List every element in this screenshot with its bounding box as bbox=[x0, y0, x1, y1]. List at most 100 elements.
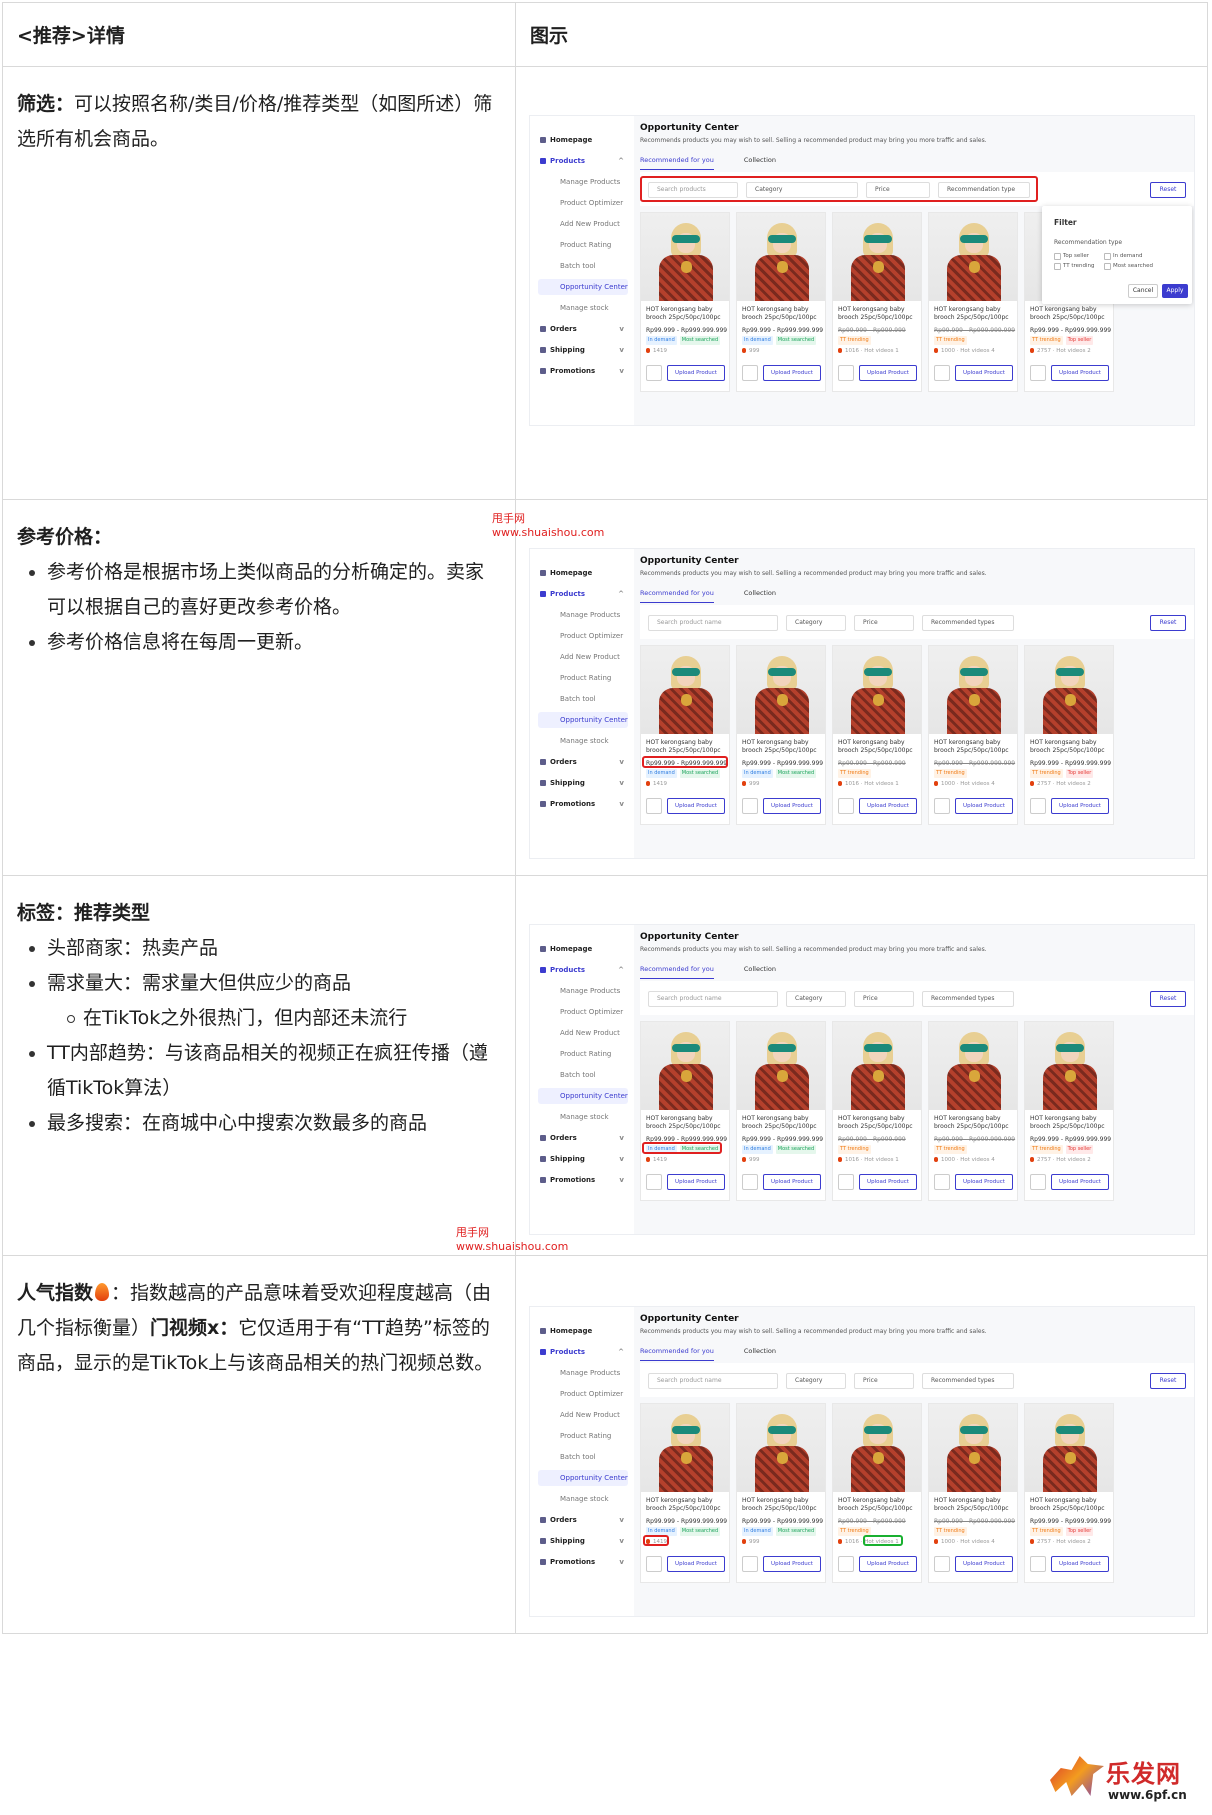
recommendation-type-select[interactable]: Recommended types bbox=[922, 991, 1014, 1007]
nav-sub-item[interactable]: Opportunity Center bbox=[538, 279, 628, 295]
nav-shipping[interactable]: Shipping v bbox=[538, 342, 628, 358]
nav-homepage[interactable]: Homepage bbox=[538, 132, 628, 148]
category-select[interactable]: Category bbox=[786, 615, 846, 631]
bookmark-button[interactable] bbox=[934, 1556, 950, 1572]
bookmark-button[interactable] bbox=[646, 1556, 662, 1572]
nav-sub-item[interactable]: Add New Product bbox=[538, 649, 628, 665]
nav-sub-item[interactable]: Product Rating bbox=[538, 237, 628, 253]
nav-homepage[interactable]: Homepage bbox=[538, 941, 628, 957]
recommendation-type-select[interactable]: Recommended types bbox=[922, 1373, 1014, 1389]
bookmark-button[interactable] bbox=[838, 365, 854, 381]
nav-sub-item[interactable]: Manage Products bbox=[538, 607, 628, 623]
tab-collection[interactable]: Collection bbox=[744, 589, 776, 602]
nav-sub-item[interactable]: Opportunity Center bbox=[538, 1470, 628, 1486]
upload-product-button[interactable]: Upload Product bbox=[859, 1174, 917, 1190]
tab-collection[interactable]: Collection bbox=[744, 965, 776, 978]
nav-sub-item[interactable]: Product Rating bbox=[538, 1046, 628, 1062]
nav-products[interactable]: Products ^ bbox=[538, 153, 628, 169]
nav-sub-item[interactable]: Product Optimizer bbox=[538, 628, 628, 644]
bookmark-button[interactable] bbox=[838, 798, 854, 814]
nav-products[interactable]: Products ^ bbox=[538, 962, 628, 978]
reset-button[interactable]: Reset bbox=[1150, 1373, 1186, 1389]
reset-button[interactable]: Reset bbox=[1150, 991, 1186, 1007]
upload-product-button[interactable]: Upload Product bbox=[955, 365, 1013, 381]
upload-product-button[interactable]: Upload Product bbox=[1051, 1556, 1109, 1572]
nav-orders[interactable]: Orders v bbox=[538, 1130, 628, 1146]
nav-homepage[interactable]: Homepage bbox=[538, 1323, 628, 1339]
tab-recommended[interactable]: Recommended for you bbox=[640, 965, 714, 979]
nav-sub-item[interactable]: Batch tool bbox=[538, 1067, 628, 1083]
bookmark-button[interactable] bbox=[934, 798, 950, 814]
bookmark-button[interactable] bbox=[1030, 365, 1046, 381]
upload-product-button[interactable]: Upload Product bbox=[667, 1174, 725, 1190]
price-select[interactable]: Price bbox=[854, 615, 914, 631]
nav-sub-item[interactable]: Opportunity Center bbox=[538, 712, 628, 728]
search-input[interactable]: Search product name bbox=[648, 1373, 778, 1389]
nav-promotions[interactable]: Promotions v bbox=[538, 1554, 628, 1570]
upload-product-button[interactable]: Upload Product bbox=[763, 798, 821, 814]
bookmark-button[interactable] bbox=[1030, 1556, 1046, 1572]
reset-button[interactable]: Reset bbox=[1150, 182, 1186, 198]
nav-orders[interactable]: Orders v bbox=[538, 754, 628, 770]
nav-sub-item[interactable]: Add New Product bbox=[538, 1407, 628, 1423]
nav-sub-item[interactable]: Manage Products bbox=[538, 1365, 628, 1381]
bookmark-button[interactable] bbox=[934, 1174, 950, 1190]
filter-option-checkbox[interactable]: Most searched bbox=[1104, 262, 1153, 271]
upload-product-button[interactable]: Upload Product bbox=[955, 1174, 1013, 1190]
upload-product-button[interactable]: Upload Product bbox=[763, 1556, 821, 1572]
tab-recommended[interactable]: Recommended for you bbox=[640, 1347, 714, 1361]
nav-sub-item[interactable]: Manage Products bbox=[538, 983, 628, 999]
nav-homepage[interactable]: Homepage bbox=[538, 565, 628, 581]
nav-sub-item[interactable]: Batch tool bbox=[538, 691, 628, 707]
nav-sub-item[interactable]: Batch tool bbox=[538, 1449, 628, 1465]
nav-shipping[interactable]: Shipping v bbox=[538, 1151, 628, 1167]
bookmark-button[interactable] bbox=[1030, 1174, 1046, 1190]
upload-product-button[interactable]: Upload Product bbox=[859, 1556, 917, 1572]
bookmark-button[interactable] bbox=[646, 1174, 662, 1190]
upload-product-button[interactable]: Upload Product bbox=[955, 798, 1013, 814]
bookmark-button[interactable] bbox=[742, 1174, 758, 1190]
upload-product-button[interactable]: Upload Product bbox=[1051, 798, 1109, 814]
apply-button[interactable]: Apply bbox=[1162, 284, 1188, 298]
filter-option-checkbox[interactable]: In demand bbox=[1104, 252, 1142, 261]
nav-sub-item[interactable]: Product Rating bbox=[538, 1428, 628, 1444]
nav-shipping[interactable]: Shipping v bbox=[538, 775, 628, 791]
upload-product-button[interactable]: Upload Product bbox=[955, 1556, 1013, 1572]
bookmark-button[interactable] bbox=[934, 365, 950, 381]
bookmark-button[interactable] bbox=[742, 1556, 758, 1572]
nav-orders[interactable]: Orders v bbox=[538, 1512, 628, 1528]
upload-product-button[interactable]: Upload Product bbox=[763, 1174, 821, 1190]
nav-sub-item[interactable]: Manage stock bbox=[538, 1491, 628, 1507]
tab-recommended[interactable]: Recommended for you bbox=[640, 589, 714, 603]
nav-products[interactable]: Products ^ bbox=[538, 1344, 628, 1360]
nav-sub-item[interactable]: Manage stock bbox=[538, 1109, 628, 1125]
nav-promotions[interactable]: Promotions v bbox=[538, 1172, 628, 1188]
filter-option-checkbox[interactable]: Top seller bbox=[1054, 252, 1089, 261]
upload-product-button[interactable]: Upload Product bbox=[667, 365, 725, 381]
search-input[interactable]: Search product name bbox=[648, 991, 778, 1007]
upload-product-button[interactable]: Upload Product bbox=[667, 798, 725, 814]
nav-sub-item[interactable]: Add New Product bbox=[538, 216, 628, 232]
nav-promotions[interactable]: Promotions v bbox=[538, 796, 628, 812]
category-select[interactable]: Category bbox=[786, 991, 846, 1007]
reset-button[interactable]: Reset bbox=[1150, 615, 1186, 631]
filter-option-checkbox[interactable]: TT trending bbox=[1054, 262, 1095, 271]
nav-sub-item[interactable]: Product Optimizer bbox=[538, 1004, 628, 1020]
nav-sub-item[interactable]: Opportunity Center bbox=[538, 1088, 628, 1104]
nav-sub-item[interactable]: Batch tool bbox=[538, 258, 628, 274]
upload-product-button[interactable]: Upload Product bbox=[1051, 365, 1109, 381]
upload-product-button[interactable]: Upload Product bbox=[859, 798, 917, 814]
price-select[interactable]: Price bbox=[854, 1373, 914, 1389]
nav-sub-item[interactable]: Manage stock bbox=[538, 300, 628, 316]
search-input[interactable]: Search product name bbox=[648, 615, 778, 631]
bookmark-button[interactable] bbox=[646, 365, 662, 381]
bookmark-button[interactable] bbox=[1030, 798, 1046, 814]
nav-shipping[interactable]: Shipping v bbox=[538, 1533, 628, 1549]
tab-collection[interactable]: Collection bbox=[744, 1347, 776, 1360]
bookmark-button[interactable] bbox=[838, 1556, 854, 1572]
upload-product-button[interactable]: Upload Product bbox=[859, 365, 917, 381]
cancel-button[interactable]: Cancel bbox=[1128, 284, 1158, 298]
category-select[interactable]: Category bbox=[786, 1373, 846, 1389]
price-select[interactable]: Price bbox=[854, 991, 914, 1007]
nav-sub-item[interactable]: Product Optimizer bbox=[538, 1386, 628, 1402]
